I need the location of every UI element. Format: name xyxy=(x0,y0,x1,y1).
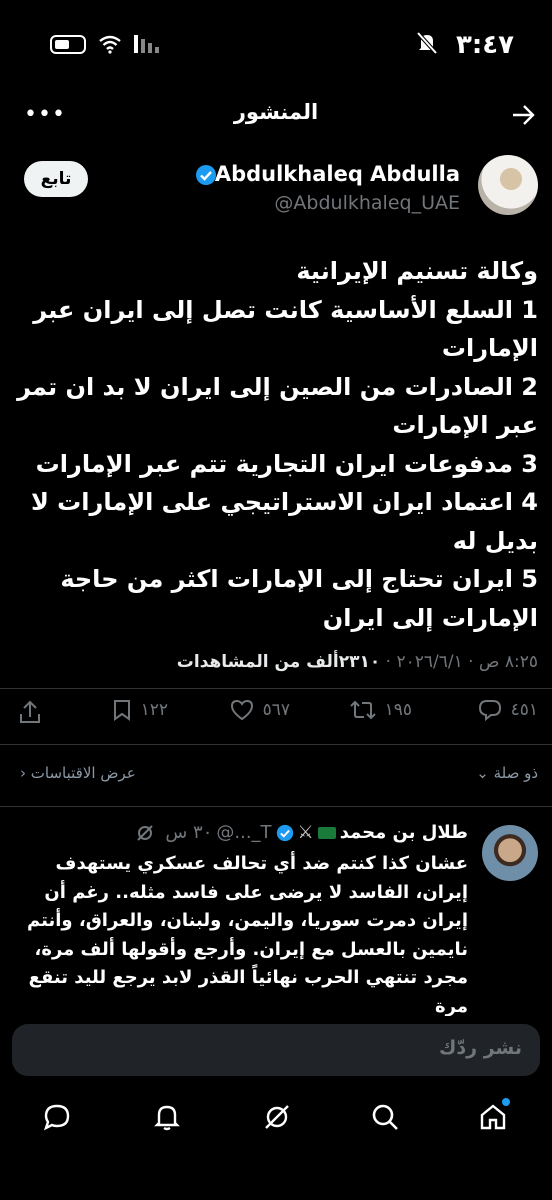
repost-count: ١٩٥ xyxy=(384,700,412,720)
bookmark-count: ١٢٢ xyxy=(140,700,168,720)
reply-item[interactable]: طلال بن محمد ⚔ T_...@ ٣٠ س عشان كذا كنتم… xyxy=(0,820,552,1016)
post-author: Abdulkhaleq Abdulla @Abdulkhaleq_UAE تاب… xyxy=(0,150,552,220)
status-time: ٣:٤٧ xyxy=(455,30,514,60)
share-icon[interactable] xyxy=(18,700,42,726)
relevance-label: ذو صلة xyxy=(493,764,538,782)
reply-icon xyxy=(478,700,501,722)
post-actions: ٤٥١ ١٩٥ ٥٦٧ ١٢٢ xyxy=(0,692,552,736)
avatar[interactable] xyxy=(482,825,538,881)
chevron-left-icon: ‹ xyxy=(20,764,26,782)
reply-header: طلال بن محمد ⚔ T_...@ ٣٠ س xyxy=(135,822,468,843)
repost-action[interactable]: ١٩٥ xyxy=(349,698,412,722)
page-title: المنشور xyxy=(233,100,319,124)
signal-icon xyxy=(134,35,159,53)
author-handle: @Abdulkhaleq_UAE xyxy=(274,192,460,214)
grok-icon[interactable] xyxy=(135,823,155,843)
compose-placeholder: نشر ردّك xyxy=(438,1037,522,1059)
top-header: ••• المنشور xyxy=(0,90,552,140)
divider xyxy=(0,744,552,745)
reply-author-handle: T_...@ xyxy=(216,822,272,843)
saudi-flag-icon xyxy=(317,826,336,839)
swords-icon: ⚔ xyxy=(297,822,314,843)
post-meta: ٨:٢٥ ص · ٢٠٢٦/٦/١ · ٢٣١٠ألف من المشاهدات xyxy=(177,652,538,672)
verified-badge-icon xyxy=(276,824,293,841)
grok-nav-icon[interactable] xyxy=(262,1102,292,1132)
heart-icon xyxy=(230,699,253,721)
divider xyxy=(0,688,552,689)
status-bar: ٣:٤٧ xyxy=(0,0,552,90)
bottom-nav xyxy=(0,1090,552,1150)
back-arrow-icon[interactable] xyxy=(510,102,536,128)
reply-text: عشان كذا كنتم ضد أي تحالف عسكري يستهدف إ… xyxy=(27,853,468,1016)
reply-count: ٤٥١ xyxy=(510,700,538,720)
notification-dot xyxy=(502,1098,510,1106)
home-icon xyxy=(480,1104,506,1130)
reply-time: ٣٠ س xyxy=(165,822,213,843)
like-action[interactable]: ٥٦٧ xyxy=(229,698,290,722)
like-count: ٥٦٧ xyxy=(262,700,290,720)
relevance-dropdown[interactable]: ذو صلة ⌄ xyxy=(476,764,538,782)
verified-badge-icon xyxy=(196,165,216,185)
follow-button[interactable]: تابع xyxy=(24,161,88,197)
chevron-down-icon: ⌄ xyxy=(476,764,489,782)
reply-action[interactable]: ٤٥١ xyxy=(477,698,538,722)
divider xyxy=(0,806,552,807)
mute-icon xyxy=(416,31,438,55)
bookmark-action[interactable]: ١٢٢ xyxy=(111,698,168,722)
avatar[interactable] xyxy=(478,155,538,215)
reply-author-name[interactable]: طلال بن محمد xyxy=(340,822,468,843)
notifications-icon[interactable] xyxy=(152,1102,182,1132)
reply-compose-input[interactable]: نشر ردّك xyxy=(12,1024,540,1076)
post-text: وكالة تسنيم الإيرانية 1 السلع الأساسية ك… xyxy=(17,257,538,632)
thread-options: ذو صلة ⌄ عرض الاقتباسات ‹ xyxy=(0,760,552,790)
author-name[interactable]: Abdulkhaleq Abdulla xyxy=(215,162,460,186)
views-label: ألف من المشاهدات xyxy=(176,652,339,672)
bookmark-icon xyxy=(113,700,130,721)
search-icon[interactable] xyxy=(370,1102,400,1132)
messages-icon[interactable] xyxy=(42,1102,72,1132)
status-icons xyxy=(50,34,159,54)
battery-icon xyxy=(50,34,86,54)
view-quotes-link[interactable]: عرض الاقتباسات ‹ xyxy=(20,764,136,782)
post-timestamp: ٨:٢٥ ص · ٢٠٢٦/٦/١ · xyxy=(380,652,538,672)
wifi-icon xyxy=(99,35,121,54)
quotes-label: عرض الاقتباسات xyxy=(30,764,136,782)
home-nav[interactable] xyxy=(478,1098,510,1132)
views-count: ٢٣١٠ xyxy=(338,652,381,672)
repost-icon xyxy=(349,700,376,720)
